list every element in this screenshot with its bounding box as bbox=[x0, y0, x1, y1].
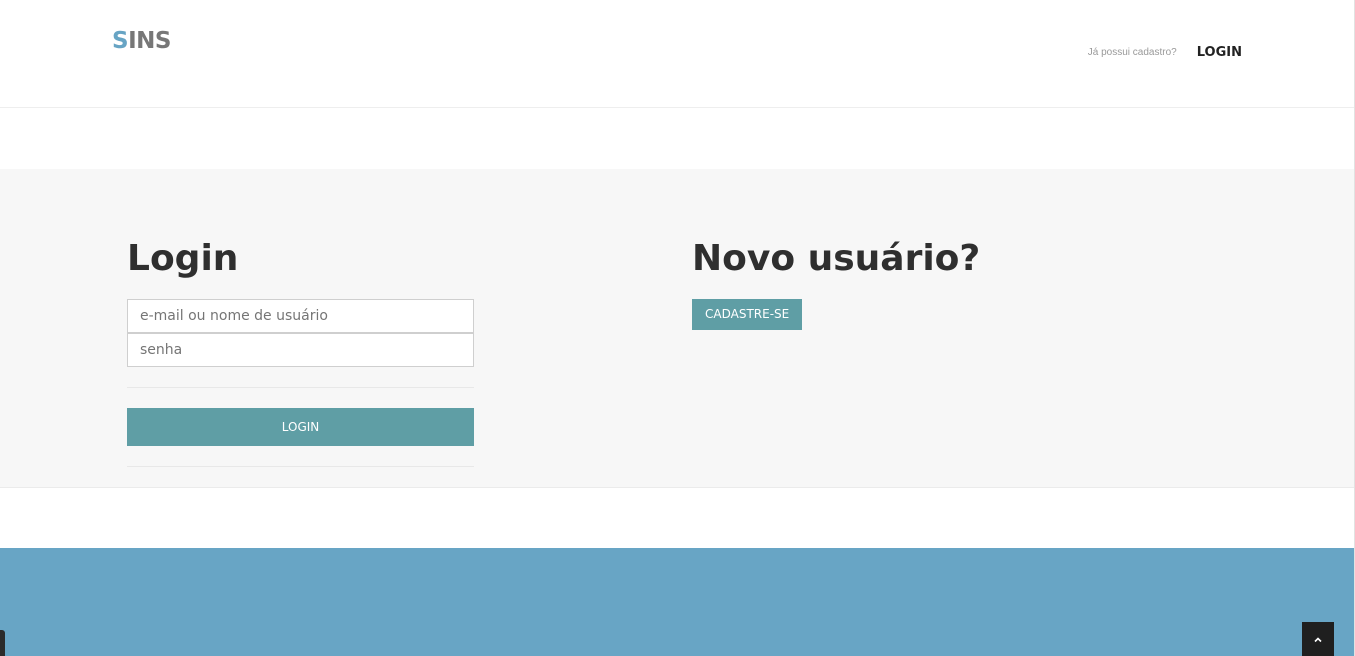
password-input[interactable] bbox=[127, 333, 474, 367]
logo-text: INS bbox=[128, 28, 171, 54]
site-logo[interactable]: SINS bbox=[112, 28, 171, 54]
scroll-to-top-button[interactable] bbox=[1302, 622, 1334, 656]
divider bbox=[127, 466, 474, 467]
header-login-link[interactable]: LOGIN bbox=[1197, 45, 1242, 60]
site-footer bbox=[0, 548, 1355, 656]
site-header: SINS Já possui cadastro? LOGIN bbox=[0, 0, 1355, 108]
content-section: Login LOGIN Novo usuário? CADASTRE-SE bbox=[0, 169, 1355, 488]
chevron-up-icon bbox=[1314, 637, 1322, 642]
login-title: Login bbox=[127, 238, 239, 279]
signup-button[interactable]: CADASTRE-SE bbox=[692, 299, 803, 330]
side-tab[interactable] bbox=[0, 630, 5, 656]
login-button[interactable]: LOGIN bbox=[127, 408, 474, 446]
login-form: Login LOGIN bbox=[127, 239, 474, 467]
signup-title: Novo usuário? bbox=[692, 238, 981, 279]
logo-accent: S bbox=[112, 28, 129, 54]
header-nav: Já possui cadastro? LOGIN bbox=[1088, 45, 1242, 60]
already-registered-text: Já possui cadastro? bbox=[1087, 47, 1177, 58]
signup-section: Novo usuário? CADASTRE-SE bbox=[692, 239, 980, 330]
username-input[interactable] bbox=[127, 299, 474, 333]
divider bbox=[127, 387, 474, 388]
